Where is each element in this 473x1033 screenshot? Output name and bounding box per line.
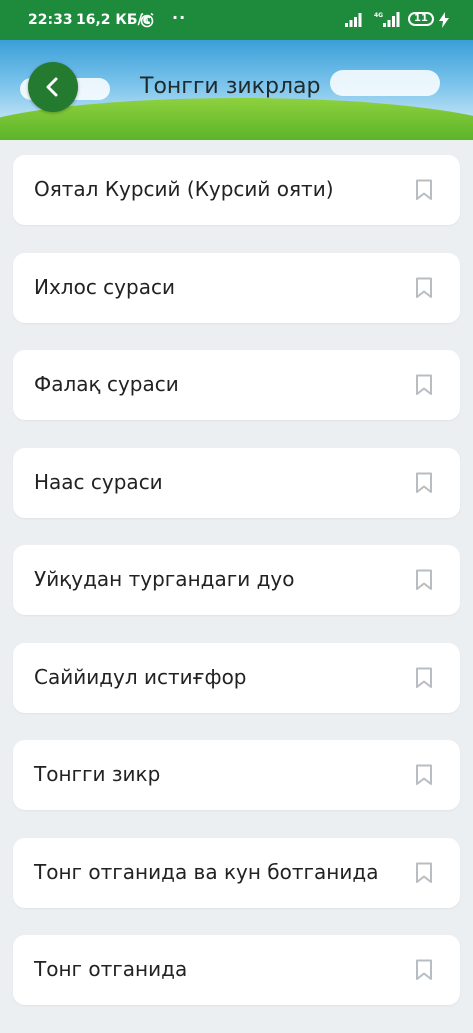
- battery-icon: 11: [408, 12, 434, 26]
- list-item[interactable]: Саййидул истиғфор: [13, 642, 460, 713]
- list-item[interactable]: Ихлос сураси: [13, 252, 460, 323]
- list-item[interactable]: Наас сураси: [13, 447, 460, 518]
- signal-4g-icon: 4G: [374, 12, 400, 27]
- battery-level: 11: [414, 13, 428, 24]
- notification-dots-icon: ··: [172, 8, 187, 27]
- list-item[interactable]: Тонгги зикр: [13, 740, 460, 810]
- bookmark-icon[interactable]: [414, 959, 434, 981]
- list-item-label: Тонгги зикр: [34, 762, 161, 786]
- bookmark-icon[interactable]: [414, 764, 434, 786]
- bookmark-icon[interactable]: [414, 472, 434, 494]
- list-item-label: Саййидул истиғфор: [34, 664, 247, 689]
- alarm-clock-icon: [140, 12, 154, 28]
- list-item[interactable]: Тонг отганида: [13, 935, 460, 1005]
- bookmark-icon[interactable]: [414, 179, 434, 201]
- list-item[interactable]: Оятал Курсий (Курсий ояти): [13, 155, 460, 225]
- bookmark-icon[interactable]: [414, 667, 434, 689]
- bookmark-icon[interactable]: [414, 277, 434, 299]
- chevron-left-icon: [46, 77, 58, 97]
- bookmark-icon[interactable]: [414, 862, 434, 884]
- list-item[interactable]: Фалақ сураси: [13, 350, 460, 420]
- status-bar: 22:33 16,2 КБ/с ·· 4G 11: [0, 0, 473, 40]
- cloud-decoration: [330, 70, 440, 96]
- bookmark-icon[interactable]: [414, 374, 434, 396]
- bookmark-icon[interactable]: [414, 569, 434, 591]
- list-item-label: Ихлос сураси: [34, 274, 175, 299]
- list-item[interactable]: Тонг отганида ва кун ботганида: [13, 837, 460, 908]
- list-item-label: Оятал Курсий (Курсий ояти): [34, 177, 334, 201]
- back-button[interactable]: [28, 62, 78, 112]
- network-type: 4G: [374, 12, 383, 19]
- list-item-label: Тонг отганида ва кун ботганида: [34, 859, 379, 884]
- charging-bolt-icon: [439, 12, 449, 28]
- list-item-label: Уйқудан тургандаги дуо: [34, 567, 295, 591]
- page-title: Тонгги зикрлар: [140, 74, 321, 99]
- list-item-label: Фалақ сураси: [34, 372, 179, 396]
- signal-strength-icon: [345, 13, 362, 27]
- status-time: 22:33: [28, 12, 73, 28]
- list-item-label: Тонг отганида: [34, 957, 188, 981]
- list-item[interactable]: Уйқудан тургандаги дуо: [13, 545, 460, 615]
- zikr-list: Оятал Курсий (Курсий ояти) Ихлос сураси …: [13, 155, 460, 1033]
- list-item-label: Наас сураси: [34, 469, 163, 494]
